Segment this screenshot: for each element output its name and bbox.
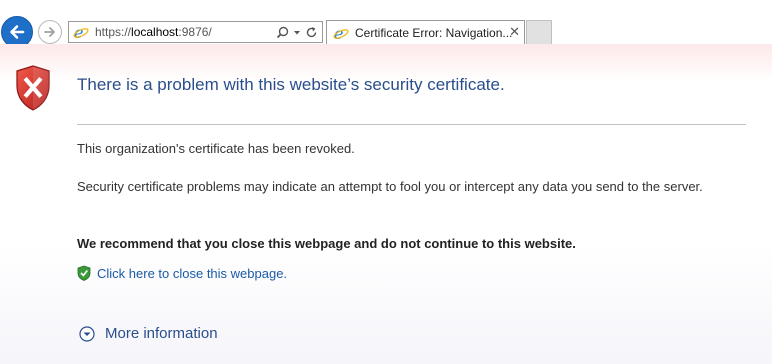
forward-button[interactable]: [38, 20, 62, 44]
close-webpage-link[interactable]: Click here to close this webpage.: [97, 266, 287, 281]
safe-shield-icon: [77, 265, 91, 281]
browser-toolbar: e https://localhost:9876/ e Certificate …: [0, 0, 772, 48]
forward-arrow-icon: [44, 27, 55, 37]
page-title: There is a problem with this website’s s…: [77, 75, 505, 94]
address-bar-icons: [276, 24, 318, 40]
divider: [77, 124, 746, 125]
expand-chevron-icon[interactable]: [79, 325, 95, 342]
url-scheme: https://: [95, 25, 132, 39]
url-path: :9876/: [178, 25, 212, 39]
ie-logo-icon: e: [333, 25, 349, 41]
search-icon[interactable]: [276, 26, 289, 39]
warning-message: Security certificate problems may indica…: [77, 179, 703, 194]
tab-certificate-error[interactable]: e Certificate Error: Navigation... ✕: [326, 20, 525, 45]
ie-logo-icon: e: [72, 23, 90, 41]
close-icon[interactable]: ✕: [509, 25, 520, 39]
refresh-icon[interactable]: [305, 26, 318, 39]
more-information-link[interactable]: More information: [105, 325, 218, 342]
url-text[interactable]: https://localhost:9876/: [95, 25, 212, 39]
more-information-row[interactable]: More information: [79, 325, 218, 342]
address-bar[interactable]: e https://localhost:9876/: [68, 21, 323, 43]
url-host: localhost: [131, 25, 179, 39]
error-shield-icon: [16, 65, 50, 111]
new-tab-button[interactable]: [526, 20, 552, 45]
back-arrow-icon: [10, 25, 25, 39]
recommendation-message: We recommend that you close this webpage…: [77, 236, 576, 251]
tab-title: Certificate Error: Navigation...: [355, 26, 513, 40]
chevron-down-icon[interactable]: [293, 26, 301, 39]
close-page-row: Click here to close this webpage.: [77, 265, 287, 281]
revoked-message: This organization's certificate has been…: [77, 141, 355, 156]
